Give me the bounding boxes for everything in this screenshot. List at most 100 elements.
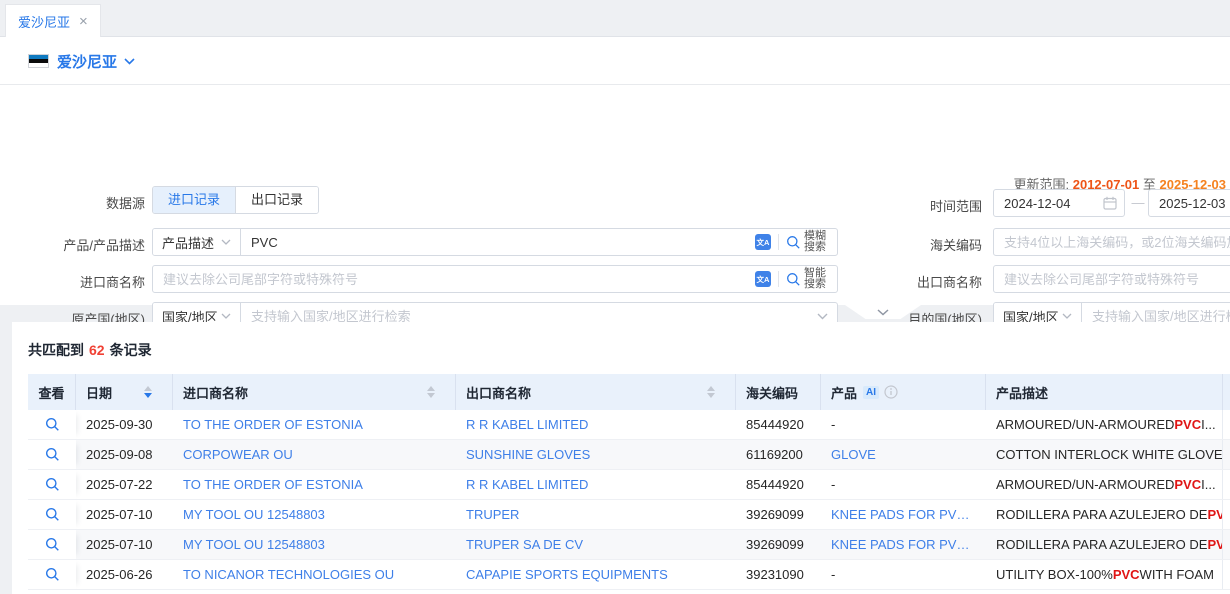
importer-input-tools: 文A 智能搜索 bbox=[751, 268, 837, 290]
start-date-picker[interactable] bbox=[993, 189, 1125, 217]
magnifier-icon[interactable] bbox=[45, 447, 60, 462]
time-range-label: 时间范围 bbox=[860, 196, 982, 215]
translate-icon[interactable]: 文A bbox=[755, 271, 771, 287]
product-label: 产品/产品描述 bbox=[23, 235, 145, 254]
table-row: 2025-09-08 CORPOWEAR OU SUNSHINE GLOVES 611… bbox=[28, 440, 1230, 470]
tab-title[interactable]: 爱沙尼亚 bbox=[18, 12, 70, 31]
product-link[interactable]: KNEE PADS FOR PVC T... bbox=[831, 507, 976, 522]
table-row: 2025-07-10MY TOOL OU 12548803TRUPER39269… bbox=[28, 500, 1230, 530]
magnifier-icon[interactable] bbox=[45, 507, 60, 522]
country-selector[interactable]: 爱沙尼亚 bbox=[57, 51, 135, 72]
country-name: 爱沙尼亚 bbox=[57, 51, 117, 72]
column-product-label: 产品 bbox=[831, 383, 857, 402]
product-link[interactable]: GLOVE bbox=[831, 447, 876, 462]
row-view-button[interactable] bbox=[28, 560, 76, 589]
exporter-input[interactable] bbox=[994, 266, 1230, 292]
chevron-down-icon bbox=[1062, 313, 1072, 319]
exporter-label: 出口商名称 bbox=[860, 272, 982, 291]
chevron-down-icon bbox=[877, 309, 889, 316]
importer-link[interactable]: TO THE ORDER OF ESTONIA bbox=[183, 417, 363, 432]
column-sliver bbox=[1223, 374, 1230, 410]
hs-code-label: 海关编码 bbox=[860, 235, 982, 254]
row-view-button[interactable] bbox=[28, 470, 76, 499]
importer-link[interactable]: CORPOWEAR OU bbox=[183, 447, 293, 462]
column-view: 查看 bbox=[28, 374, 76, 410]
exporter-link[interactable]: TRUPER bbox=[466, 507, 519, 522]
table-row: 2025-09-30TO THE ORDER OF ESTONIAR R KAB… bbox=[28, 410, 1230, 440]
importer-cell: MY TOOL OU 12548803 bbox=[173, 530, 456, 559]
data-source-switch: 进口记录 出口记录 bbox=[152, 186, 319, 214]
importer-link[interactable]: TO NICANOR TECHNOLOGIES OU bbox=[183, 567, 394, 582]
country-header: 爱沙尼亚 bbox=[0, 37, 1230, 85]
sort-importer-button[interactable] bbox=[427, 386, 435, 398]
origin-input-tools bbox=[813, 313, 837, 320]
column-exporter-label: 出口商名称 bbox=[466, 383, 531, 402]
row-date: 2025-06-26 bbox=[76, 560, 173, 589]
translate-icon[interactable]: 文A bbox=[755, 234, 771, 250]
importer-cell: MY TOOL OU 12548803 bbox=[173, 500, 456, 529]
hs-code-field bbox=[993, 228, 1230, 256]
product-cell: GLOVE bbox=[821, 440, 986, 469]
column-date-label: 日期 bbox=[86, 383, 112, 402]
fuzzy-search-button[interactable]: 模糊搜索 bbox=[786, 231, 828, 253]
magnifier-icon[interactable] bbox=[45, 477, 60, 492]
exporter-link[interactable]: TRUPER SA DE CV bbox=[466, 537, 583, 552]
hs-code-cell: 85444920 bbox=[736, 470, 821, 499]
sort-exporter-button[interactable] bbox=[707, 386, 715, 398]
importer-input[interactable] bbox=[153, 266, 751, 292]
importer-label: 进口商名称 bbox=[23, 272, 145, 291]
highlighted-keyword: PVC bbox=[1207, 507, 1223, 522]
end-date-input[interactable] bbox=[1149, 196, 1230, 211]
importer-link[interactable]: TO THE ORDER OF ESTONIA bbox=[183, 477, 363, 492]
magnifier-icon[interactable] bbox=[45, 417, 60, 432]
magnifier-icon[interactable] bbox=[45, 567, 60, 582]
product-link[interactable]: KNEE PADS FOR PVC T... bbox=[831, 537, 976, 552]
chevron-down-icon[interactable] bbox=[817, 313, 828, 320]
calendar-icon[interactable] bbox=[1103, 196, 1117, 210]
chevron-down-icon[interactable] bbox=[124, 58, 135, 65]
export-records-tab[interactable]: 出口记录 bbox=[235, 187, 318, 213]
row-sliver bbox=[1223, 470, 1230, 499]
product-search-field: 产品描述 文A 模糊搜索 bbox=[152, 228, 838, 256]
row-sliver bbox=[1223, 410, 1230, 439]
tab-estonia[interactable]: 爱沙尼亚 × bbox=[5, 4, 101, 38]
date-range-dash: — bbox=[1128, 189, 1148, 217]
exporter-link[interactable]: R R KABEL LIMITED bbox=[466, 417, 588, 432]
exporter-cell: TRUPER SA DE CV bbox=[456, 530, 736, 559]
hs-code-input[interactable] bbox=[994, 229, 1230, 255]
row-view-button[interactable] bbox=[28, 410, 76, 439]
exporter-link[interactable]: R R KABEL LIMITED bbox=[466, 477, 588, 492]
magnifier-icon[interactable] bbox=[45, 537, 60, 552]
smart-search-button[interactable]: 智能搜索 bbox=[786, 268, 828, 290]
table-body: 2025-09-30TO THE ORDER OF ESTONIAR R KAB… bbox=[28, 410, 1230, 590]
exporter-search-field bbox=[993, 265, 1230, 293]
data-source-label: 数据源 bbox=[23, 193, 145, 212]
product-input[interactable] bbox=[241, 229, 751, 255]
end-date-picker[interactable] bbox=[1148, 189, 1230, 217]
row-view-button[interactable] bbox=[28, 440, 76, 469]
highlighted-keyword: PVC bbox=[1113, 567, 1140, 582]
row-date: 2025-09-08 bbox=[76, 440, 173, 469]
estonia-flag-icon bbox=[28, 54, 49, 68]
exporter-cell: SUNSHINE GLOVES bbox=[456, 440, 736, 469]
filter-panel: 数据源 进口记录 出口记录 更新范围: 2012-07-01 至 2025-12… bbox=[0, 85, 1230, 305]
exporter-link[interactable]: CAPAPIE SPORTS EQUIPMENTS bbox=[466, 567, 668, 582]
table-row: 2025-07-10MY TOOL OU 12548803TRUPER SA D… bbox=[28, 530, 1230, 560]
importer-cell: TO THE ORDER OF ESTONIA bbox=[173, 470, 456, 499]
product-type-select[interactable]: 产品描述 bbox=[153, 229, 241, 255]
exporter-link[interactable]: SUNSHINE GLOVES bbox=[466, 447, 590, 462]
close-icon[interactable]: × bbox=[79, 14, 88, 29]
hs-code-cell: 61169200 bbox=[736, 440, 821, 469]
records-table: 查看 日期 进口商名称 出口商名称 海关编码 产品 AI bbox=[28, 374, 1230, 590]
column-importer: 进口商名称 bbox=[173, 374, 456, 410]
chevron-down-icon bbox=[221, 239, 231, 245]
importer-link[interactable]: MY TOOL OU 12548803 bbox=[183, 537, 325, 552]
row-view-button[interactable] bbox=[28, 500, 76, 529]
import-records-tab[interactable]: 进口记录 bbox=[153, 187, 235, 213]
importer-link[interactable]: MY TOOL OU 12548803 bbox=[183, 507, 325, 522]
row-view-button[interactable] bbox=[28, 530, 76, 559]
results-summary: 共匹配到62条记录 bbox=[28, 340, 152, 360]
info-icon[interactable] bbox=[884, 385, 898, 399]
row-sliver bbox=[1223, 440, 1230, 469]
sort-date-button[interactable] bbox=[144, 386, 152, 398]
